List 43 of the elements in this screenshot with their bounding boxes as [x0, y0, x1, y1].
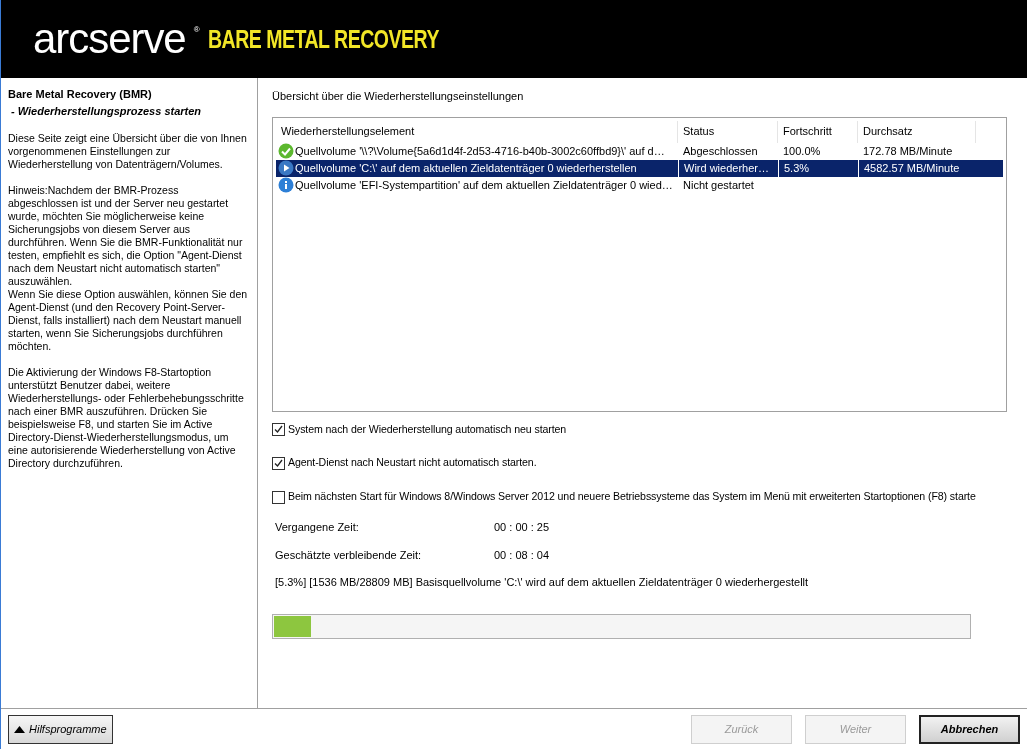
sidebar-paragraph: Die Aktivierung der Windows F8-Startoption unterstützt Benutzer dabei, weitere Wiederherstellungs- oder Fehlerbehebungsschritte nach einer BMR auszuführen. Drücken Sie beispielsweise F8, und starten Sie im Active Directory-Dienst-Wiederherstellungsmodus, um eine autorisierende Wiederherstellung von Active Directory durchzuführen.: [8, 366, 245, 470]
check-icon: [278, 143, 294, 159]
table-cell-text: 100.0%: [783, 143, 821, 159]
play-icon: [278, 160, 294, 176]
checkbox[interactable]: [272, 490, 285, 504]
table-row[interactable]: Quellvolume 'EFI-Systempartition' auf dem aktuellen Zieldatenträger 0 wied… Nicht gestartet: [276, 176, 1003, 194]
sidebar-paragraph: Diese Seite zeigt eine Übersicht über die von Ihnen vorgenommenen Einstellungen zur Wiederherstellung von Datenträgern/Volumes.: [8, 132, 248, 171]
table-cell-text: 5.3%: [784, 160, 810, 176]
section-title: Übersicht über die Wiederherstellungseinstellungen: [272, 89, 525, 104]
sidebar-paragraph: Hinweis:Nachdem der BMR-Prozess abgeschlossen ist und der Server neu gestartet wurde, möchten Sie möglicherweise keine Sicherungsjobs von diesem Server aus durchführen. Wenn Sie die BMR-Funktionalität nur testen, empfiehlt es sich, die Option "Agent-Dienst nach dem Neustart nicht automatisch starten" auszuwählen. Wenn Sie diese Option auswählen, können Sie den Agent-Dienst (und den Recovery Point-Server-Dienst, falls installiert) nach dem Neustart manuell starten, wenn Sie Sicherungsjobs durchführen möchten.: [8, 184, 249, 353]
tools-button[interactable]: Hilfsprogramme: [8, 714, 113, 744]
column-header[interactable]: Durchsatz: [858, 120, 976, 143]
table-cell-text: 4582.57 MB/Minute: [864, 160, 960, 176]
checkbox-label: System nach der Wiederherstellung automatisch neu starten: [288, 421, 567, 437]
nav-button[interactable]: Abbrechen: [919, 714, 1020, 744]
table-cell-text: Nicht gestartet: [683, 177, 754, 193]
time-value: 00 : 00 : 25: [494, 520, 550, 536]
status-text: [5.3%] [1536 MB/28809 MB] Basisquellvolume 'C:\' wird auf dem aktuellen Zieldatenträger 0 wiederhergestellt: [274, 575, 810, 591]
table-cell-text: Abgeschlossen: [683, 143, 758, 159]
table-cell-text: 172.78 MB/Minute: [863, 143, 953, 159]
checkbox-label: Beim nächsten Start für Windows 8/Windows Server 2012 und neuere Betriebssysteme das System im Menü mit erweiterten Startoptionen (F8) starte: [288, 489, 976, 505]
table-cell-text: Quellvolume 'C:\' auf dem aktuellen Zieldatenträger 0 wiederherstellen: [295, 160, 637, 176]
checkbox[interactable]: [272, 422, 285, 436]
column-header[interactable]: Fortschritt: [778, 120, 858, 143]
logo-text: arcserve: [33, 18, 186, 60]
time-value: 00 : 08 : 04: [494, 547, 550, 563]
table-cell-text: Quellvolume 'EFI-Systempartition' auf dem aktuellen Zieldatenträger 0 wied…: [295, 177, 673, 193]
time-label: Geschätzte verbleibende Zeit:: [275, 547, 423, 563]
table-cell-text: Quellvolume '\\?\Volume{5a6d1d4f-2d53-4716-b40b-3002c60ffbd9}\' auf d…: [295, 143, 665, 159]
sidebar-subtitle: - Wiederherstellungsprozess starten: [10, 103, 203, 119]
table-row[interactable]: Quellvolume '\\?\Volume{5a6d1d4f-2d53-4716-b40b-3002c60ffbd9}\' auf d… Abgeschlossen 100.0% 172.78 MB/Minute: [276, 142, 1003, 160]
checkbox-label: Agent-Dienst nach Neustart nicht automatisch starten.: [288, 455, 537, 471]
registered-mark: ®: [193, 24, 200, 36]
sidebar-title: Bare Metal Recovery (BMR): [8, 87, 153, 102]
info-icon: [278, 177, 294, 193]
time-label: Vergangene Zeit:: [275, 520, 360, 536]
checkbox[interactable]: [272, 456, 285, 470]
column-header[interactable]: Wiederherstellungselement: [276, 120, 678, 143]
caret-up-icon: [14, 725, 25, 733]
product-title: BARE METAL RECOVERY: [207, 26, 439, 52]
column-header[interactable]: Status: [678, 120, 778, 143]
table-cell-text: Wird wiederher…: [684, 160, 769, 176]
table-row[interactable]: Quellvolume 'C:\' auf dem aktuellen Zieldatenträger 0 wiederherstellen Wird wiederher… 5.3% 4582.57 MB/Minute: [276, 159, 1003, 177]
